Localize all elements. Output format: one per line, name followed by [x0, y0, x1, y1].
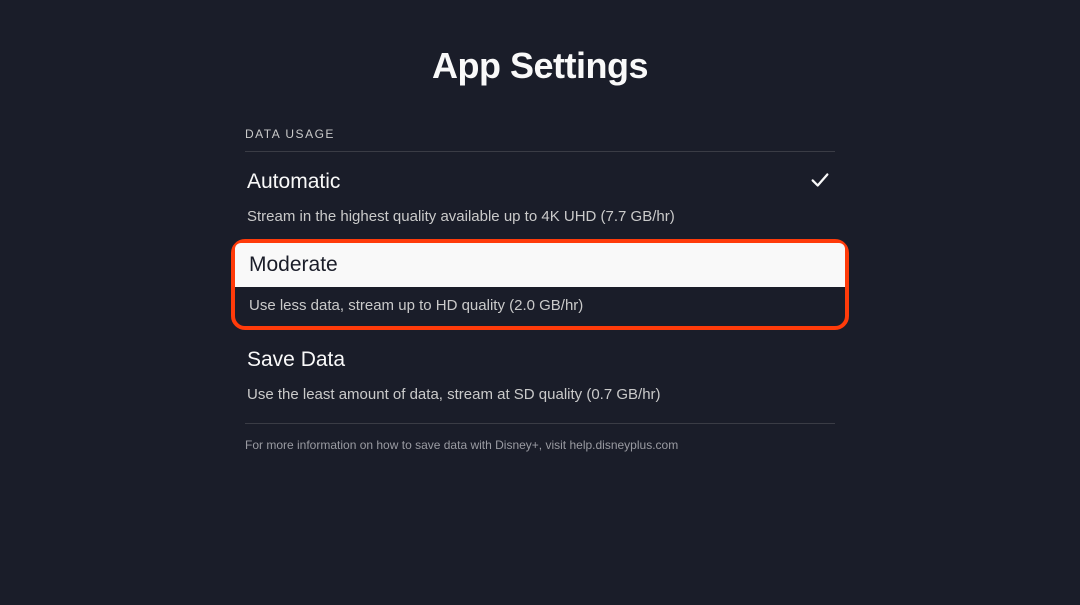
option-title: Save Data [247, 348, 345, 372]
settings-panel: DATA USAGE Automatic Stream in the highe… [245, 127, 835, 452]
section-header-data-usage: DATA USAGE [245, 127, 835, 152]
option-moderate[interactable]: Moderate Use less data, stream up to HD … [231, 239, 849, 330]
option-description: Stream in the highest quality available … [245, 208, 835, 225]
option-title: Moderate [249, 253, 338, 277]
page-title: App Settings [432, 45, 648, 87]
check-icon [809, 169, 831, 196]
option-description: Use less data, stream up to HD quality (… [235, 297, 845, 314]
footer-note: For more information on how to save data… [245, 423, 835, 452]
option-title: Automatic [247, 170, 340, 194]
option-description: Use the least amount of data, stream at … [245, 386, 835, 403]
option-save-data[interactable]: Save Data Use the least amount of data, … [245, 330, 835, 417]
option-automatic[interactable]: Automatic Stream in the highest quality … [245, 152, 835, 239]
